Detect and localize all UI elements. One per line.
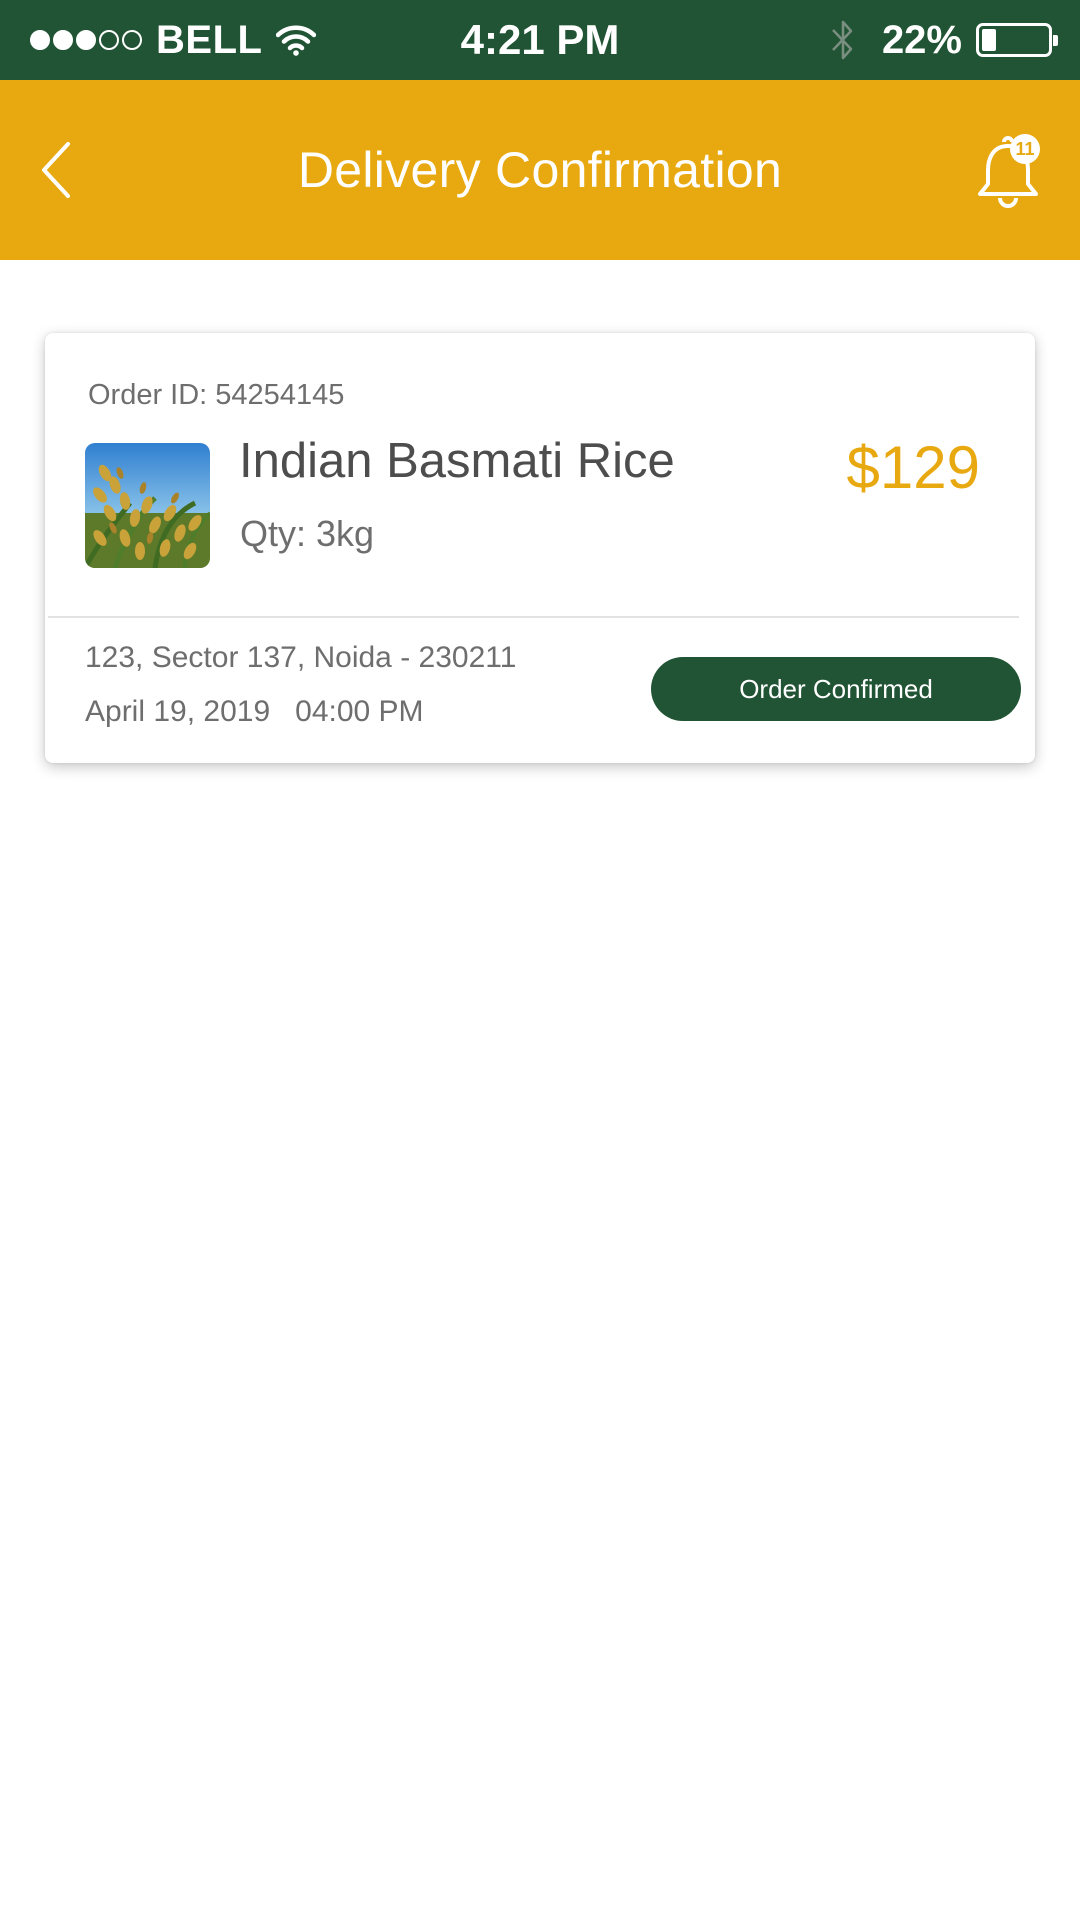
delivery-datetime: April 19, 2019 04:00 PM <box>85 695 424 728</box>
app-header: Delivery Confirmation 11 <box>0 80 1080 260</box>
status-right: 22% <box>830 0 1058 80</box>
battery-percent: 22% <box>881 17 962 62</box>
product-price: $129 <box>846 434 980 501</box>
status-bar: BELL 4:21 PM 22% <box>0 0 1080 80</box>
delivery-address: 123, Sector 137, Noida - 230211 <box>85 641 517 674</box>
product-image <box>85 443 210 568</box>
order-status-button[interactable]: Order Confirmed <box>651 657 1021 721</box>
notifications-button[interactable]: 11 <box>970 132 1050 212</box>
signal-dot <box>53 30 73 50</box>
back-button[interactable] <box>36 135 96 205</box>
page-title: Delivery Confirmation <box>297 142 783 198</box>
order-card[interactable]: Order ID: 54254145 Indian Basmati Rice Q… <box>45 333 1035 763</box>
signal-dot <box>99 30 119 50</box>
product-name: Indian Basmati Rice <box>239 434 675 488</box>
signal-dot <box>122 30 142 50</box>
signal-dot <box>30 30 50 50</box>
battery-icon <box>976 23 1058 57</box>
signal-dots-icon <box>30 30 142 50</box>
wifi-icon <box>276 24 317 56</box>
order-id: Order ID: 54254145 <box>88 379 345 411</box>
battery-level-fill <box>982 29 996 51</box>
battery-cap <box>1053 35 1058 46</box>
carrier-name: BELL <box>156 17 263 62</box>
card-divider <box>48 616 1019 618</box>
status-left: BELL <box>30 0 317 80</box>
product-quantity: Qty: 3kg <box>240 513 375 554</box>
notification-badge: 11 <box>1010 134 1040 164</box>
bluetooth-icon <box>830 18 856 62</box>
back-chevron-icon <box>42 142 70 198</box>
signal-dot <box>76 30 96 50</box>
